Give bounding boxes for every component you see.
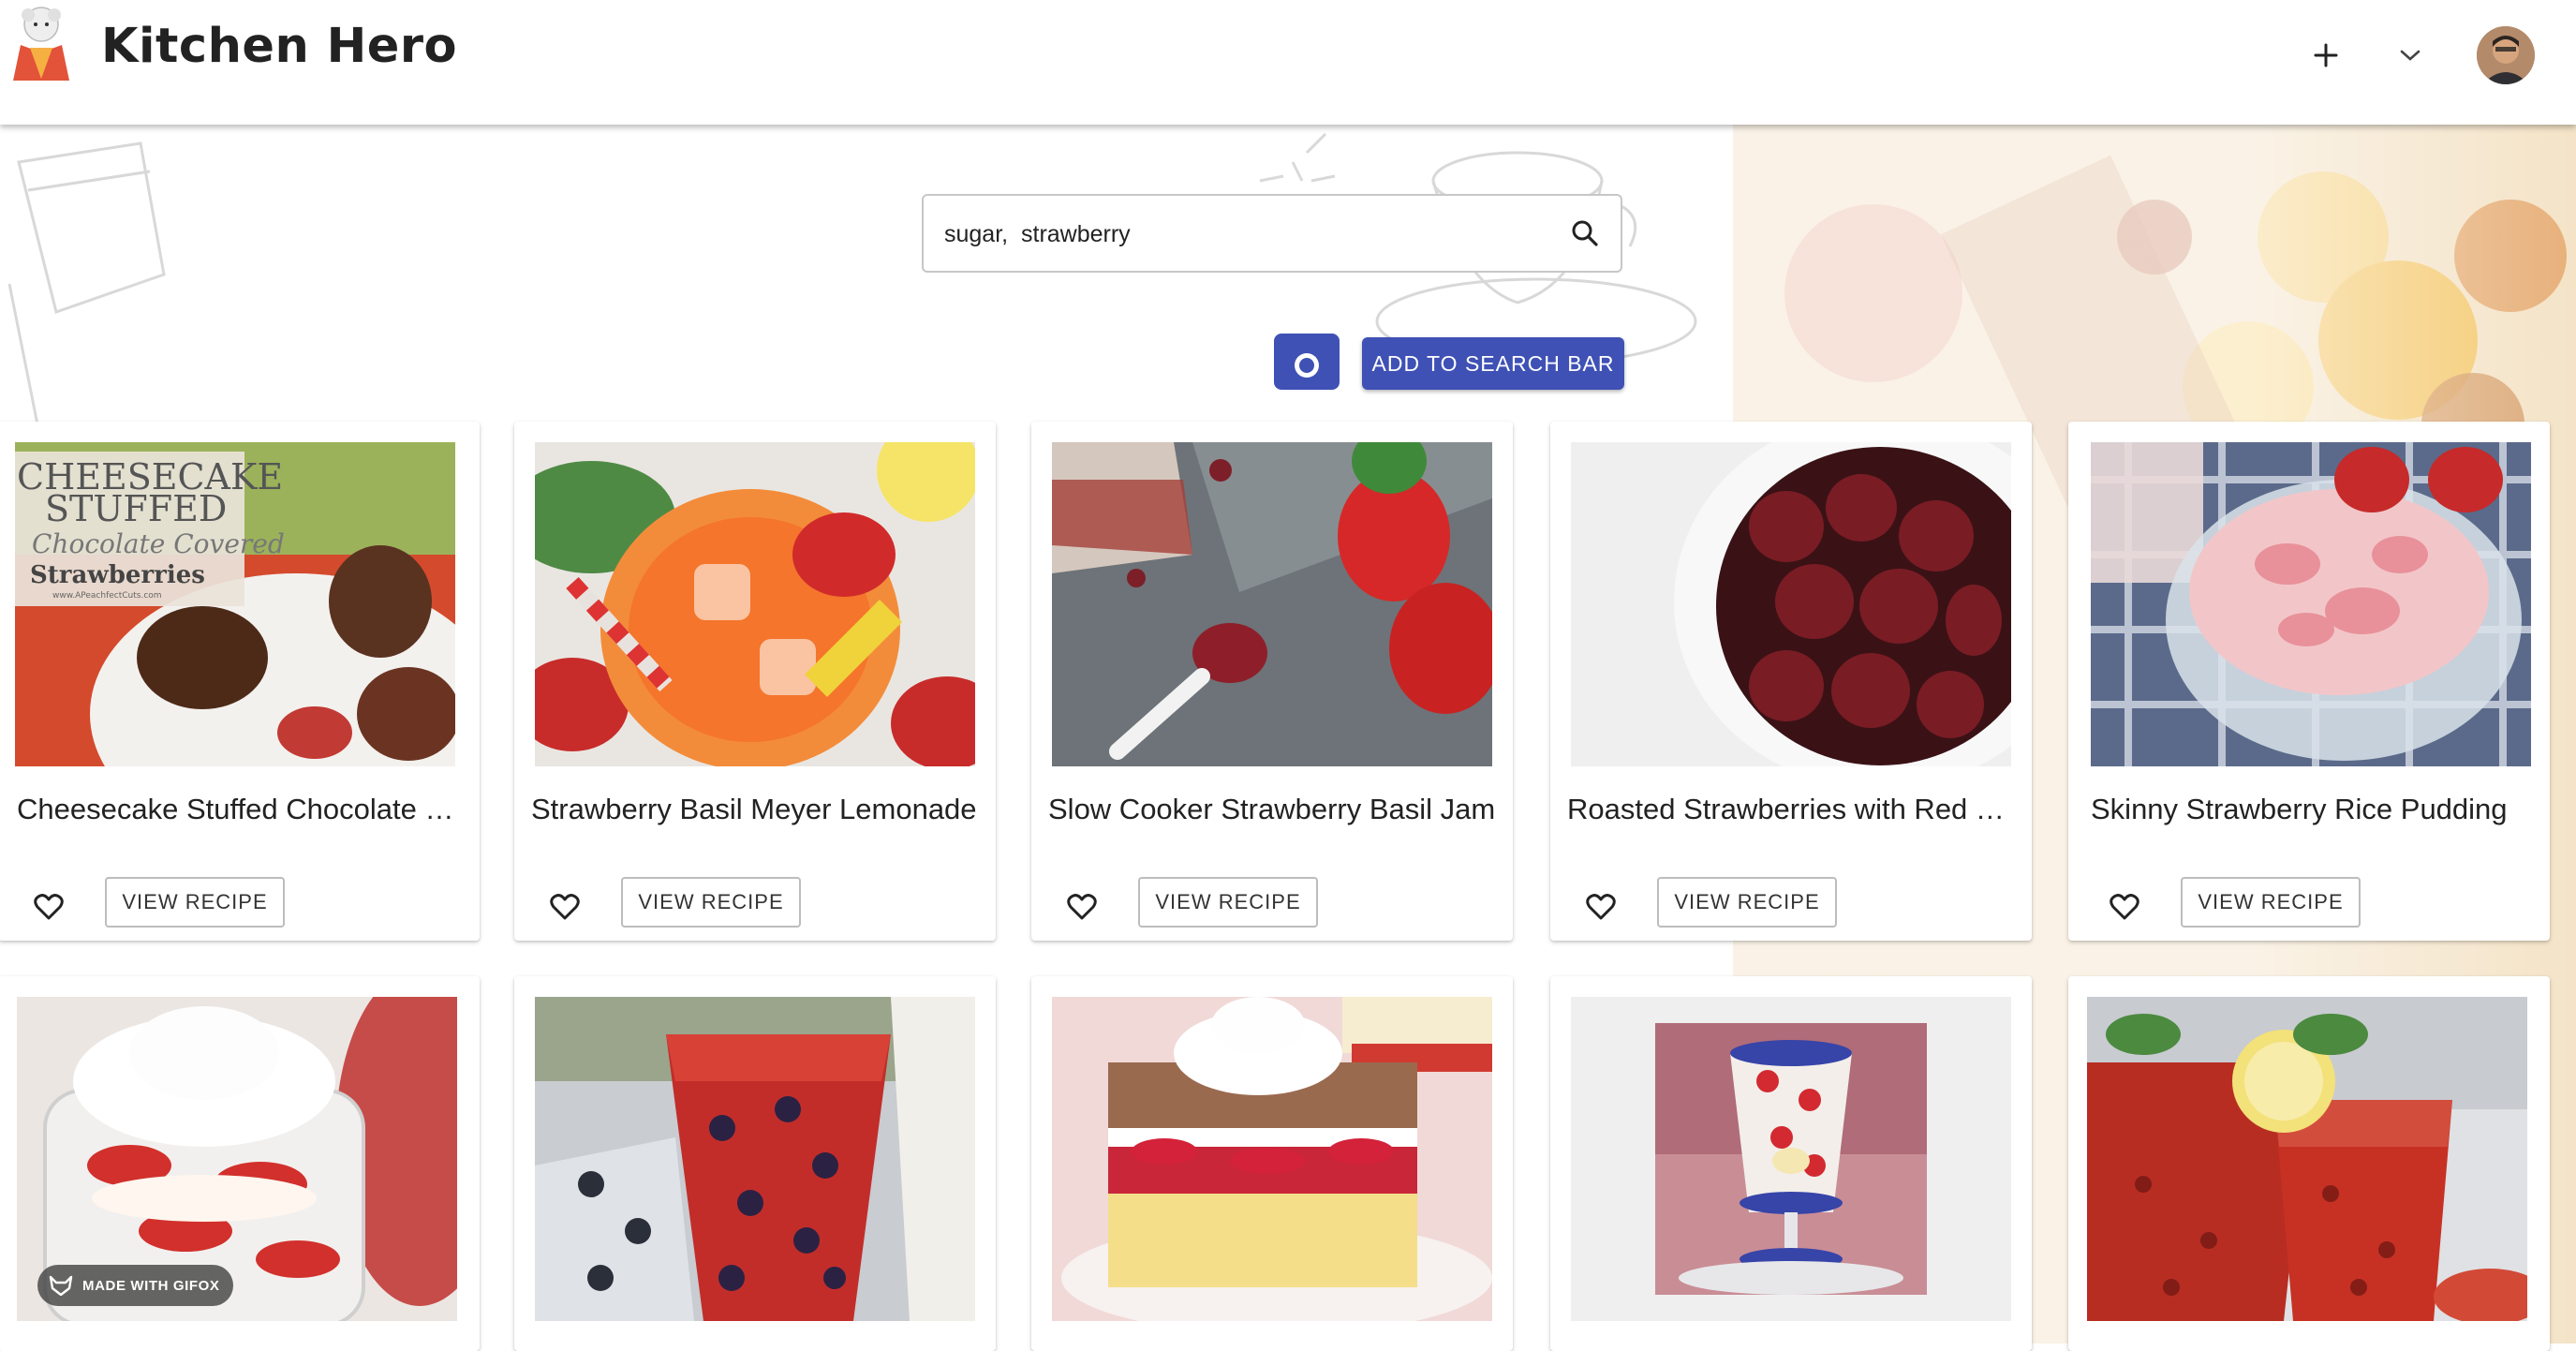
app-title: Kitchen Hero bbox=[101, 19, 458, 74]
view-recipe-button[interactable]: VIEW RECIPE bbox=[1657, 877, 1837, 928]
recipe-image[interactable] bbox=[2087, 997, 2527, 1321]
recipe-image[interactable]: MADE WITH GIFOX bbox=[17, 997, 457, 1321]
recipe-card bbox=[1550, 976, 2032, 1351]
favorite-button[interactable] bbox=[1577, 883, 1625, 931]
recipe-title: Roasted Strawberries with Red Wine bbox=[1567, 793, 2017, 825]
recipe-card: Strawberry Basil Meyer Lemonade VIEW REC… bbox=[514, 422, 996, 941]
image-text-stuffed: STUFFED bbox=[45, 488, 227, 529]
ingredient-search-box bbox=[922, 194, 1622, 273]
plus-icon bbox=[2314, 43, 2338, 67]
recipe-title: Skinny Strawberry Rice Pudding bbox=[2091, 793, 2508, 825]
recipe-image[interactable] bbox=[535, 997, 975, 1321]
view-recipe-button[interactable]: VIEW RECIPE bbox=[621, 877, 801, 928]
recipe-image[interactable] bbox=[1571, 442, 2011, 766]
kitchen-hero-logo bbox=[13, 7, 69, 81]
heart-icon bbox=[550, 894, 580, 920]
recipe-image[interactable]: CHEESECAKE STUFFED Chocolate Covered Str… bbox=[15, 442, 455, 766]
gifox-badge: MADE WITH GIFOX bbox=[37, 1265, 233, 1306]
recipe-image[interactable] bbox=[1052, 997, 1492, 1321]
view-recipe-button[interactable]: VIEW RECIPE bbox=[1138, 877, 1318, 928]
recipe-card bbox=[2068, 976, 2550, 1351]
view-recipe-button[interactable]: VIEW RECIPE bbox=[105, 877, 285, 928]
fox-icon bbox=[49, 1275, 73, 1296]
camera-button[interactable] bbox=[1274, 334, 1340, 390]
recipe-image[interactable] bbox=[535, 442, 975, 766]
heart-icon bbox=[1067, 894, 1097, 920]
heart-icon bbox=[1586, 894, 1616, 920]
chevron-down-icon bbox=[2400, 50, 2421, 61]
view-recipe-button[interactable]: VIEW RECIPE bbox=[2181, 877, 2361, 928]
user-avatar[interactable] bbox=[2477, 26, 2535, 84]
image-text-chocolate-covered: Chocolate Covered bbox=[32, 528, 285, 559]
recipe-card bbox=[514, 976, 996, 1351]
recipe-card bbox=[1031, 976, 1513, 1351]
heart-icon bbox=[2110, 894, 2139, 920]
gifox-badge-text: MADE WITH GIFOX bbox=[82, 1277, 220, 1294]
heart-icon bbox=[34, 894, 64, 920]
account-menu-button[interactable] bbox=[2385, 30, 2435, 81]
favorite-button[interactable] bbox=[540, 883, 589, 931]
recipe-image[interactable] bbox=[1052, 442, 1492, 766]
recipe-card: Slow Cooker Strawberry Basil Jam VIEW RE… bbox=[1031, 422, 1513, 941]
recipe-title: Cheesecake Stuffed Chocolate Covered Str… bbox=[17, 793, 466, 825]
recipe-title: Slow Cooker Strawberry Basil Jam bbox=[1048, 793, 1496, 825]
add-button[interactable] bbox=[2301, 30, 2351, 81]
add-to-search-bar-button[interactable]: ADD TO SEARCH BAR bbox=[1362, 337, 1624, 390]
favorite-button[interactable] bbox=[1058, 883, 1106, 931]
image-text-url: www.APeachfectCuts.com bbox=[52, 591, 162, 601]
recipe-image[interactable] bbox=[2091, 442, 2531, 766]
avatar-image bbox=[2477, 26, 2535, 84]
favorite-button[interactable] bbox=[2100, 883, 2149, 931]
favorite-button[interactable] bbox=[24, 883, 73, 931]
recipe-title: Strawberry Basil Meyer Lemonade bbox=[531, 793, 977, 825]
image-text-strawberries: Strawberries bbox=[30, 561, 205, 589]
recipe-card: Roasted Strawberries with Red Wine VIEW … bbox=[1550, 422, 2032, 941]
recipe-image[interactable] bbox=[1571, 997, 2011, 1321]
search-input[interactable] bbox=[942, 196, 1546, 273]
search-icon[interactable] bbox=[1568, 216, 1602, 250]
app-header: Kitchen Hero bbox=[0, 0, 2576, 125]
recipe-card: CHEESECAKE STUFFED Chocolate Covered Str… bbox=[0, 422, 480, 941]
recipe-card: MADE WITH GIFOX bbox=[0, 976, 480, 1351]
camera-icon bbox=[1282, 342, 1331, 383]
recipe-card: Skinny Strawberry Rice Pudding VIEW RECI… bbox=[2068, 422, 2550, 941]
